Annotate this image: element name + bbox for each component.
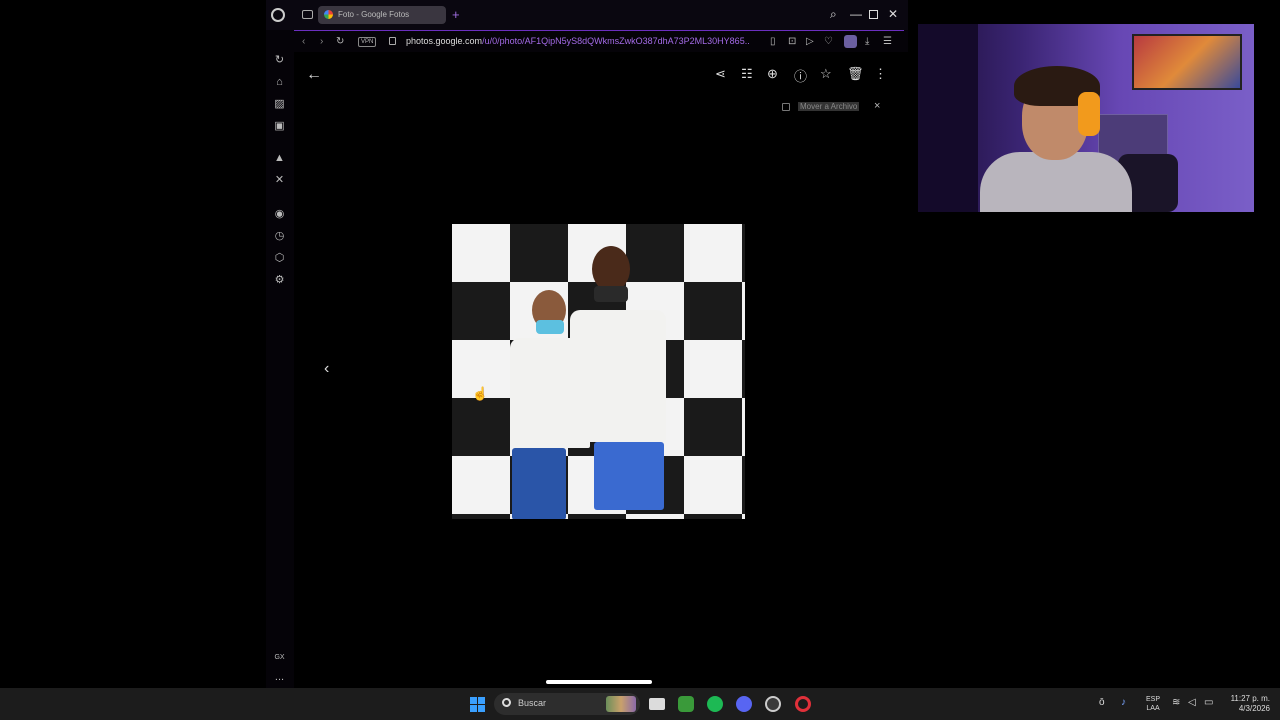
trash-icon[interactable]: 🗑 [847,66,864,82]
lock-icon[interactable] [389,37,396,45]
history-icon[interactable]: ◷ [273,230,286,243]
sidebar: ↻ ⌂ ▨ ▣ ▲ ✕ ◉ ◷ ⬡ ⚙ GX ... [266,48,293,688]
messenger-icon[interactable]: ▣ [273,120,286,133]
minecraft-icon[interactable] [678,696,694,712]
spotify-icon[interactable] [707,696,723,712]
photo-subject-jeans [594,442,664,510]
language-indicator[interactable]: ESP LAA [1146,695,1160,713]
photo-viewer: ← ⋖ ☷ ⊕ ⓘ ☆ 🗑 ⋮ Mover a Archivo × ‹ ☝ [294,52,908,688]
maximize-button[interactable] [869,10,878,19]
webcam-person-body [980,152,1132,212]
easy-setup-icon[interactable]: ☰ [883,36,892,47]
archive-toast: Mover a Archivo × [778,99,890,115]
aria-icon[interactable]: ▲ [273,152,286,165]
photo-subject-jeans [512,448,566,519]
forward-nav-icon[interactable]: › [320,36,323,47]
photo-subject-mask [594,286,628,302]
vpn-badge[interactable]: VPN [358,37,377,47]
x-icon[interactable]: ✕ [273,174,286,187]
url-field[interactable]: photos.google.com/u/0/photo/AF1QipN5yS8d… [406,36,764,46]
minimize-button[interactable]: — [850,7,862,21]
edit-icon[interactable]: ☷ [741,66,753,82]
more-icon[interactable]: ⋮ [874,66,887,82]
task-view-icon[interactable] [649,698,665,710]
close-button[interactable]: ✕ [888,7,898,21]
opera-gx-icon[interactable] [765,696,781,712]
tab-title: Foto - Google Fotos [338,10,410,19]
google-photos-icon [324,10,333,19]
opera-icon[interactable] [795,696,811,712]
arrow-left-icon[interactable]: ← [306,66,322,84]
mouse-cursor-icon: ☝ [472,386,489,401]
home-indicator [546,680,652,684]
settings-icon[interactable]: ⚙ [273,274,286,287]
photo-subject-shirt [570,310,666,442]
tray-app-icon[interactable]: ō [1099,697,1105,708]
webcam-background-door [918,24,978,212]
archive-icon [782,103,790,111]
volume-icon[interactable]: ◁ [1188,697,1196,708]
photo-subject-mask [536,320,564,334]
player-icon[interactable]: ◉ [273,208,286,221]
url-domain: photos.google.com [406,36,483,46]
language-code: ESP [1146,696,1161,703]
address-bar: ‹ › ↻ VPN photos.google.com/u/0/photo/AF… [294,30,904,52]
search-icon [502,698,511,707]
zoom-icon[interactable]: ⊕ [767,66,778,82]
clock-date: 4/3/2026 [1238,704,1270,713]
desktop: Foto - Google Fotos + ⌕ — ✕ ‹ › ↻ VPN ph… [0,0,1280,720]
news-icon[interactable]: ▨ [273,98,286,111]
reload-icon[interactable]: ↻ [336,36,344,47]
microphone-icon[interactable]: ♪ [1121,697,1126,708]
webcam-poster [1132,34,1242,90]
clock-time: 11:27 p. m. [1230,694,1270,703]
info-icon[interactable]: ⓘ [794,66,807,85]
wifi-icon[interactable]: ≋ [1172,697,1180,708]
discord-icon[interactable] [736,696,752,712]
star-icon[interactable]: ☆ [820,66,832,82]
battery-icon[interactable]: ▭ [1204,697,1213,708]
tab-islands-icon[interactable] [302,10,313,19]
back-nav-icon[interactable]: ‹ [302,36,305,47]
keyboard-layout: LAA [1146,705,1160,712]
opera-logo-icon[interactable] [271,8,285,22]
toast-close-button[interactable]: × [874,100,880,112]
search-tabs-icon[interactable]: ⌕ [830,7,837,22]
gx-label[interactable]: GX [273,651,286,664]
more-icon[interactable]: ... [273,671,286,684]
bookmark-icon[interactable]: ▯ [770,36,776,47]
share-icon[interactable]: ⋖ [715,66,726,82]
webcam-headset [1078,92,1100,136]
url-path: /u/0/photo/AF1QipN5yS8dQWkmsZwkO387dhA73… [482,36,750,46]
search-highlight-image [606,696,636,712]
taskbar: Buscar ō ♪ ESP LAA ≋ ◁ ▭ 11:27 p. m. 4/3… [0,688,1280,720]
snapshot-icon[interactable]: ⊡ [788,36,796,47]
webcam-overlay [918,24,1254,212]
clock[interactable]: 11:27 p. m. 4/3/2026 [1222,694,1270,714]
tab-google-photos[interactable]: Foto - Google Fotos [318,6,446,24]
refresh-icon[interactable]: ↻ [273,54,286,67]
photo [452,224,745,519]
download-icon[interactable]: ⤓ [865,36,869,47]
bag-icon[interactable]: ⌂ [273,76,286,89]
profile-icon[interactable] [844,35,857,48]
browser-window: Foto - Google Fotos + ⌕ — ✕ ‹ › ↻ VPN ph… [266,0,908,688]
heart-icon[interactable]: ♡ [824,36,833,47]
new-tab-button[interactable]: + [452,7,460,22]
chevron-left-icon[interactable]: ‹ [324,360,329,378]
player-icon[interactable]: ▷ [806,36,814,47]
title-bar: Foto - Google Fotos + ⌕ — ✕ [266,0,908,30]
windows-start-icon[interactable] [470,697,485,712]
extensions-icon[interactable]: ⬡ [273,252,286,265]
toast-text[interactable]: Mover a Archivo [798,102,860,111]
taskbar-search[interactable]: Buscar [494,693,640,715]
search-label: Buscar [518,698,547,708]
